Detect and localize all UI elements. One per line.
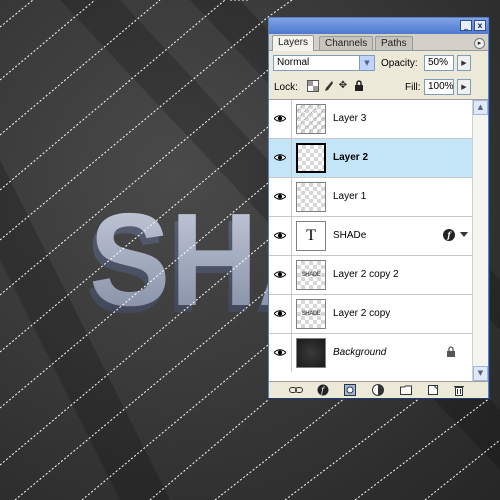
layers-scrollbar[interactable]: ▲ ▼ <box>472 100 488 381</box>
tab-layers[interactable]: Layers <box>272 35 315 51</box>
fill-slider-button[interactable]: ▶ <box>457 79 471 95</box>
scroll-down-button[interactable]: ▼ <box>473 366 488 381</box>
eye-icon <box>274 154 286 161</box>
lock-all-icon[interactable] <box>353 80 365 92</box>
eye-icon <box>274 232 286 239</box>
visibility-toggle[interactable] <box>269 139 292 177</box>
eye-icon <box>274 310 286 317</box>
opacity-slider-button[interactable]: ▶ <box>457 55 471 71</box>
mask-icon[interactable] <box>344 384 356 396</box>
eye-icon <box>274 115 286 122</box>
visibility-toggle[interactable] <box>269 295 292 333</box>
layers-palette[interactable]: _ x Layers Channels Paths ▸ Normal ▼ Opa… <box>268 17 489 398</box>
blend-mode-select[interactable]: Normal ▼ <box>273 55 375 71</box>
layer-name: Layer 2 copy 2 <box>333 269 399 280</box>
opacity-label: Opacity: <box>381 58 418 69</box>
visibility-toggle[interactable] <box>269 256 292 294</box>
new-layer-icon[interactable] <box>427 384 439 396</box>
layer-effects-icon[interactable]: f <box>443 229 455 241</box>
layer-row[interactable]: SHADE Layer 2 copy <box>269 295 472 334</box>
visibility-toggle[interactable] <box>269 100 292 138</box>
layer-thumbnail <box>296 143 326 173</box>
tab-paths[interactable]: Paths <box>375 36 413 50</box>
link-icon[interactable] <box>289 384 303 396</box>
layer-row-selected[interactable]: Layer 2 <box>269 139 472 178</box>
layer-thumbnail <box>296 338 326 368</box>
layer-thumbnail <box>296 104 326 134</box>
text-layer-thumbnail: T <box>296 221 326 251</box>
lock-row: Lock: ✥ Fill: 100% ▶ <box>269 75 488 100</box>
close-button[interactable]: x <box>474 20 486 31</box>
visibility-toggle[interactable] <box>269 178 292 216</box>
expand-effects-arrow[interactable] <box>460 232 468 237</box>
blend-mode-value: Normal <box>277 57 310 68</box>
palette-titlebar[interactable]: _ x <box>269 18 488 34</box>
layer-name: Layer 1 <box>333 191 367 202</box>
opacity-input[interactable]: 50% <box>424 55 454 71</box>
adjustment-icon[interactable] <box>372 384 384 396</box>
layer-name: Layer 3 <box>333 113 367 124</box>
layer-thumbnail: SHADE <box>296 299 326 329</box>
layer-thumbnail: SHADE <box>296 260 326 290</box>
visibility-toggle[interactable] <box>269 334 292 372</box>
fill-label: Fill: <box>405 82 421 93</box>
lock-label: Lock: <box>274 82 298 93</box>
lock-paint-icon[interactable] <box>322 80 334 92</box>
thumbnail-text: SHADE <box>301 272 321 278</box>
trash-icon[interactable] <box>453 384 465 396</box>
lock-move-icon[interactable]: ✥ <box>337 80 349 92</box>
palette-tabs: Layers Channels Paths <box>269 34 488 51</box>
layer-name: Background <box>333 347 387 358</box>
thumbnail-text: SHADE <box>301 311 321 317</box>
layer-row[interactable]: SHADE Layer 2 copy 2 <box>269 256 472 295</box>
chevron-down-icon[interactable]: ▼ <box>359 56 374 70</box>
minimize-button[interactable]: _ <box>460 20 472 31</box>
palette-bottom-toolbar: f <box>269 381 488 398</box>
layer-row[interactable]: Layer 1 <box>269 178 472 217</box>
layer-row-background[interactable]: Background <box>269 334 472 373</box>
tab-channels[interactable]: Channels <box>319 36 374 50</box>
scroll-up-button[interactable]: ▲ <box>473 100 488 115</box>
layers-list[interactable]: Layer 3 Layer 2 Layer 1 T SHADe f SHADE … <box>269 100 472 381</box>
palette-menu-icon[interactable]: ▸ <box>474 38 485 49</box>
lock-icon <box>447 346 455 357</box>
folder-icon[interactable] <box>400 384 412 396</box>
layer-name: SHADe <box>333 230 367 241</box>
layer-row[interactable]: Layer 3 <box>269 100 472 139</box>
lock-transparency-icon[interactable] <box>307 80 319 92</box>
layer-row[interactable]: T SHADe f <box>269 217 472 256</box>
visibility-toggle[interactable] <box>269 217 292 255</box>
fill-input[interactable]: 100% <box>424 79 454 95</box>
eye-icon <box>274 349 286 356</box>
blend-row: Normal ▼ Opacity: 50% ▶ <box>269 51 488 75</box>
eye-icon <box>274 271 286 278</box>
layer-thumbnail <box>296 182 326 212</box>
eye-icon <box>274 193 286 200</box>
layer-name: Layer 2 copy <box>333 308 391 319</box>
layer-name: Layer 2 <box>333 152 369 163</box>
fx-icon[interactable]: f <box>317 384 329 396</box>
